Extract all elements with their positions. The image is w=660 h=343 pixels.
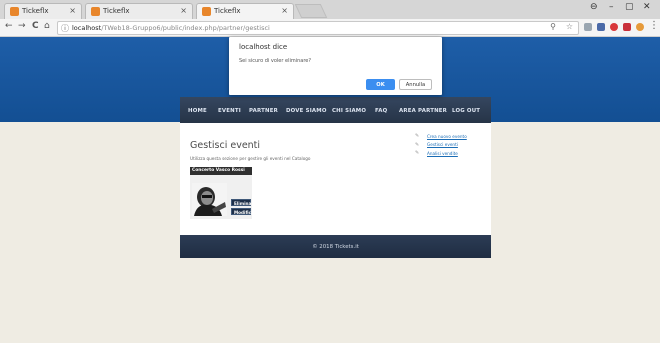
event-photo <box>192 183 227 216</box>
ok-button[interactable]: OK <box>366 79 395 90</box>
extension-icon[interactable] <box>623 23 631 31</box>
url-field[interactable]: ⓘ localhost/TWeb18-Gruppo6/public/index.… <box>57 21 579 35</box>
favicon-icon <box>10 7 19 16</box>
pencil-icon: ✎ <box>415 150 420 156</box>
side-link-sales[interactable]: ✎ Analisi vendite <box>415 150 485 157</box>
maximize-button[interactable]: ▢ <box>625 2 634 12</box>
nav-item-faq[interactable]: FAQ <box>375 108 387 114</box>
back-icon[interactable]: ← <box>5 21 13 31</box>
close-window-button[interactable]: ✕ <box>643 2 651 12</box>
event-title: Concerto Vasco Rossi <box>192 168 245 173</box>
profile-icon[interactable]: ⊖ <box>590 2 598 12</box>
side-link-create[interactable]: ✎ Crea nuovo evento <box>415 133 485 140</box>
confirm-dialog: localhost dice Sei sicuro di voler elimi… <box>229 37 442 95</box>
pencil-icon: ✎ <box>415 133 420 139</box>
tab-close-icon[interactable]: × <box>281 6 288 15</box>
nav-item-home[interactable]: HOME <box>188 108 207 114</box>
browser-tab-2[interactable]: Tickeflx × <box>85 3 193 19</box>
tab-title: Tickeflx <box>22 7 49 15</box>
event-card: Concerto Vasco Rossi Elimina Modifica <box>190 167 254 219</box>
nav-item-dove-siamo[interactable]: DOVE SIAMO <box>286 108 327 114</box>
delete-event-button[interactable]: Elimina <box>231 199 251 206</box>
browser-menu-icon[interactable]: ⋮ <box>649 20 659 31</box>
dialog-title: localhost dice <box>239 43 288 51</box>
edit-event-button[interactable]: Modifica <box>231 208 254 215</box>
tab-close-icon[interactable]: × <box>180 6 187 15</box>
browser-tab-1[interactable]: Tickeflx × <box>4 3 82 19</box>
tab-close-icon[interactable]: × <box>69 6 76 15</box>
main-content: Gestisci eventi Utilizza questa sezione … <box>180 123 491 235</box>
tab-title: Tickeflx <box>103 7 130 15</box>
nav-item-chi-siamo[interactable]: CHI SIAMO <box>332 108 366 114</box>
extension-icon[interactable] <box>584 23 592 31</box>
forward-icon[interactable]: → <box>18 21 26 31</box>
url-text: localhost/TWeb18-Gruppo6/public/index.ph… <box>72 24 270 32</box>
extension-icon[interactable] <box>597 23 605 31</box>
side-link-manage[interactable]: ✎ Gestisci eventi <box>415 142 485 149</box>
nav-item-partner[interactable]: PARTNER <box>249 108 278 114</box>
page-title: Gestisci eventi <box>190 140 261 151</box>
extension-icon[interactable] <box>610 23 618 31</box>
extension-icon[interactable] <box>636 23 644 31</box>
site-container: HOME EVENTI PARTNER DOVE SIAMO CHI SIAMO… <box>180 97 491 261</box>
nav-item-area-partner[interactable]: AREA PARTNER <box>399 108 447 114</box>
favicon-icon <box>202 7 211 16</box>
pencil-icon: ✎ <box>415 141 420 148</box>
reload-icon[interactable]: C <box>32 21 39 31</box>
footer-copyright: © 2018 Tickets.it <box>312 244 359 250</box>
bookmark-star-icon[interactable]: ☆ <box>566 22 573 31</box>
tab-strip: Tickeflx × Tickeflx × Tickeflx × ⊖ – ▢ ✕ <box>0 0 660 19</box>
nav-item-eventi[interactable]: EVENTI <box>218 108 241 114</box>
address-bar: ← → C ⌂ ⓘ localhost/TWeb18-Gruppo6/publi… <box>0 19 660 37</box>
event-title-bar: Concerto Vasco Rossi <box>190 167 252 175</box>
zoom-icon[interactable]: ⚲ <box>550 22 556 31</box>
info-icon[interactable]: ⓘ <box>61 23 69 34</box>
cancel-button[interactable]: Annulla <box>399 79 432 90</box>
home-icon[interactable]: ⌂ <box>44 21 50 31</box>
page-intro: Utilizza questa sezione per gestire gli … <box>190 156 311 161</box>
dialog-message: Sei sicuro di voler eliminare? <box>239 58 312 64</box>
side-menu: ✎ Crea nuovo evento ✎ Gestisci eventi ✎ … <box>415 133 485 159</box>
main-navbar: HOME EVENTI PARTNER DOVE SIAMO CHI SIAMO… <box>180 97 491 123</box>
favicon-icon <box>91 7 100 16</box>
new-tab-button[interactable] <box>294 4 328 18</box>
nav-item-log-out[interactable]: LOG OUT <box>452 108 480 114</box>
minimize-button[interactable]: – <box>609 2 614 12</box>
browser-tab-3-active[interactable]: Tickeflx × <box>196 3 294 19</box>
tab-title: Tickeflx <box>214 7 241 15</box>
site-footer: © 2018 Tickets.it <box>180 235 491 258</box>
